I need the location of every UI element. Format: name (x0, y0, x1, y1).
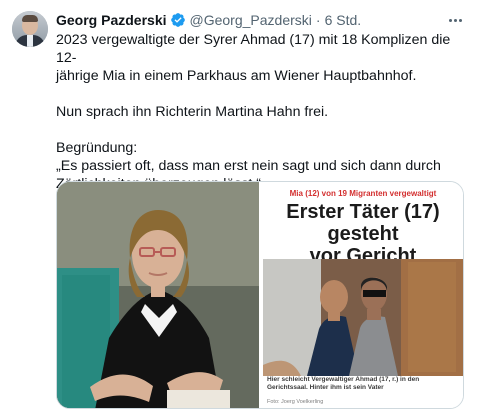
judge-photo[interactable] (57, 182, 259, 408)
avatar-shirt (27, 35, 33, 47)
more-dot (458, 18, 462, 22)
news-caption-line-1: Hier schleicht Vergewaltiger Ahmad (17, … (267, 376, 420, 383)
author-handle[interactable]: @Georg_Pazderski (190, 12, 312, 28)
news-kicker: Mia (12) von 19 Migranten vergewaltigt (289, 189, 437, 198)
header-separator: · (315, 11, 321, 28)
news-caption-line-2: Gerichtssaal. Hinter ihm ist sein Vater (267, 384, 384, 391)
news-screenshot[interactable]: Mia (12) von 19 Migranten vergewaltigt E… (261, 182, 463, 408)
verified-badge-icon (170, 12, 186, 28)
courtroom-photo (263, 259, 463, 376)
tweet-line: „Es passiert oft, dass man erst nein sag… (56, 158, 441, 174)
news-headline-line-1: Erster Täter (17) gesteht (286, 201, 440, 245)
news-caption: Hier schleicht Vergewaltiger Ahmad (17, … (267, 376, 461, 392)
tweet-timestamp[interactable]: 6 Std. (325, 12, 362, 28)
tweet[interactable]: Georg Pazderski @Georg_Pazderski · 6 Std… (0, 0, 477, 416)
tweet-text: 2023 vergewaltigte der Syrer Ahmad (17) … (56, 31, 466, 193)
more-options-icon[interactable] (446, 11, 464, 29)
tweet-line: Begründung: (56, 140, 138, 156)
tweet-line: jährige Mia in einem Parkhaus am Wiener … (56, 68, 417, 84)
author-name[interactable]: Georg Pazderski (56, 12, 167, 28)
avatar-hair (22, 15, 38, 22)
more-dot (453, 18, 457, 22)
news-headline: Erster Täter (17) gesteht vor Gericht (261, 201, 463, 267)
more-dot (448, 18, 452, 22)
tweet-media[interactable]: Mia (12) von 19 Migranten vergewaltigt E… (56, 181, 464, 409)
tweet-line: Nun sprach ihn Richterin Martina Hahn fr… (56, 104, 329, 120)
tweet-line: 2023 vergewaltigte der Syrer Ahmad (17) … (56, 32, 451, 66)
author-avatar[interactable] (12, 11, 48, 47)
photo-credit: Foto: Joerg Voelkerling (267, 399, 324, 405)
tweet-header: Georg Pazderski @Georg_Pazderski · 6 Std… (56, 10, 361, 29)
